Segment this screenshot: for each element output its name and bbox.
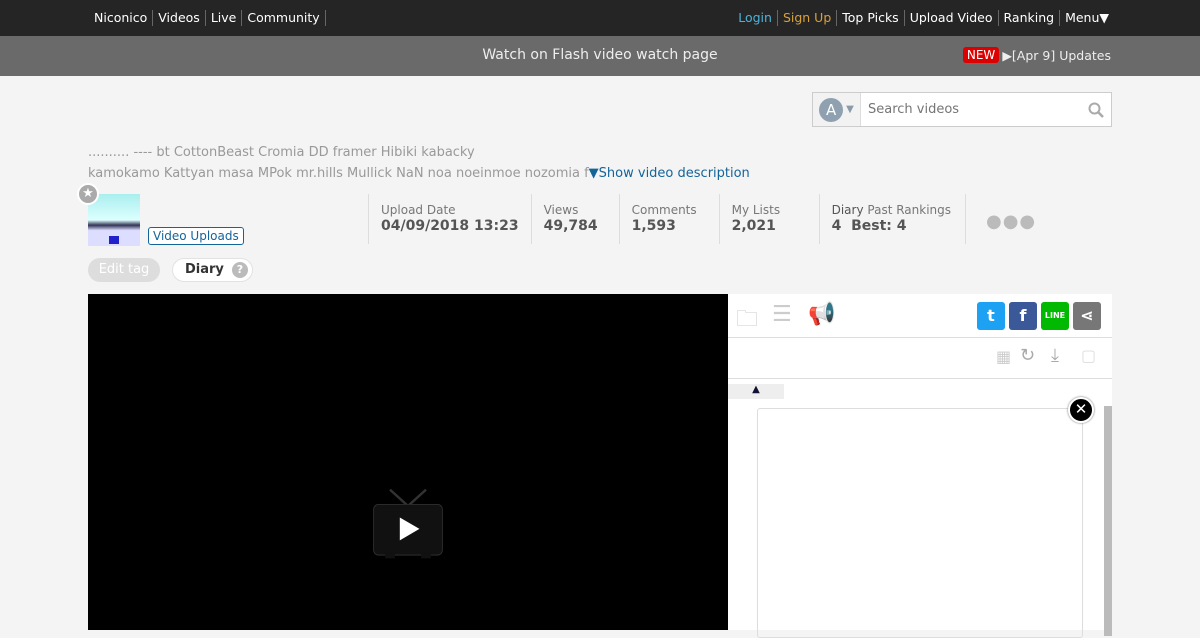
stat-label: My Lists <box>731 203 781 217</box>
search-option-dropdown[interactable]: A ▼ <box>813 93 861 126</box>
tags-line-2: kamokamo Kattyan masa MPok mr.hills Mull… <box>88 166 589 181</box>
video-stats: Upload Date 04/09/2018 13:23 Views 49,784 … <box>368 194 966 244</box>
add-playlist-icon[interactable]: ☰ <box>772 302 792 327</box>
help-icon[interactable]: ? <box>232 262 248 278</box>
nav-top-picks[interactable]: Top Picks <box>837 10 905 26</box>
advertise-icon[interactable]: 📢 <box>808 302 835 327</box>
category-tag[interactable]: Diary? <box>172 258 253 282</box>
nav-niconico[interactable]: Niconico <box>94 10 154 26</box>
facebook-share-button[interactable]: f <box>1009 302 1037 330</box>
twitter-share-button[interactable]: t <box>977 302 1005 330</box>
stat-upload-date: Upload Date 04/09/2018 13:23 <box>368 194 531 244</box>
search-input[interactable] <box>861 93 1081 126</box>
past-rankings-label: Past Rankings <box>867 203 952 217</box>
top-nav: Niconico Videos Live Community Login Sig… <box>0 0 1200 36</box>
ranking-value: 4 <box>831 218 842 234</box>
search-option-icon: A <box>819 97 844 122</box>
comment-toggle-icon[interactable]: ▢ <box>1081 346 1096 365</box>
stat-views: Views 49,784 <box>530 194 619 244</box>
more-options-icon[interactable]: ●●● <box>986 211 1036 232</box>
nav-community[interactable]: Community <box>242 10 326 26</box>
comment-list <box>757 408 1083 638</box>
video-uploads-button[interactable]: Video Uploads <box>148 227 244 245</box>
best-ranking-value: Best: 4 <box>851 218 907 234</box>
show-description-link[interactable]: ▼Show video description <box>589 166 750 181</box>
signup-link[interactable]: Sign Up <box>778 10 838 26</box>
tags-line-1: .......... ---- bt CottonBeast Cromia DD… <box>88 145 475 160</box>
tag-list: .......... ---- bt CottonBeast Cromia DD… <box>88 142 808 184</box>
play-tv-icon[interactable] <box>366 488 450 560</box>
chevron-down-icon: ▼ <box>846 104 854 115</box>
edit-tag-button[interactable]: Edit tag <box>88 258 160 282</box>
scrollbar[interactable] <box>1104 406 1112 636</box>
video-player[interactable] <box>88 294 728 630</box>
nav-ranking[interactable]: Ranking <box>999 10 1061 26</box>
nav-upload-video[interactable]: Upload Video <box>905 10 999 26</box>
scroll-down-icon[interactable]: ⤓ <box>1051 345 1059 366</box>
stat-value: 2,021 <box>731 218 776 234</box>
uploader-thumbnail[interactable] <box>88 194 140 246</box>
stat-label: Comments <box>631 203 697 217</box>
refresh-icon[interactable]: ↻ <box>1020 345 1035 366</box>
folder-icon[interactable]: 🗀 <box>736 302 758 340</box>
stat-value: 1,593 <box>631 218 676 234</box>
search-icon <box>1088 102 1104 118</box>
login-link[interactable]: Login <box>733 10 778 26</box>
stat-value: 04/09/2018 13:23 <box>381 218 519 234</box>
stat-label: Views <box>543 203 579 217</box>
search-button[interactable] <box>1081 93 1111 126</box>
notice-bar: Watch on Flash video watch page NEW ▶[Apr… <box>0 36 1200 76</box>
stat-value: 49,784 <box>543 218 598 234</box>
category-tag-label: Diary <box>185 262 224 277</box>
nav-menu[interactable]: Menu▼ <box>1060 10 1109 26</box>
news-link[interactable]: NEW ▶[Apr 9] Updates <box>962 47 1111 63</box>
stat-mylists: My Lists 2,021 <box>718 194 819 244</box>
search-box: A ▼ <box>812 92 1112 127</box>
stat-comments: Comments 1,593 <box>618 194 719 244</box>
nav-videos[interactable]: Videos <box>153 10 206 26</box>
new-badge: NEW <box>962 47 1000 63</box>
news-text: ▶[Apr 9] Updates <box>1002 47 1111 63</box>
line-share-button[interactable]: LINE <box>1041 302 1069 330</box>
close-icon[interactable]: ✕ <box>1068 397 1094 423</box>
ranking-genre: Diary <box>831 203 864 217</box>
share-icon[interactable]: ⋖ <box>1073 302 1101 330</box>
comment-panel: 🗀 ☰ 📢 t f LINE ⋖ ▦ ↻ ⤓ ▢ ▲ ✕ <box>728 294 1112 638</box>
star-icon[interactable]: ★ <box>77 183 99 205</box>
stat-ranking[interactable]: Diary Past Rankings 4 Best: 4 <box>818 194 966 244</box>
stat-label: Upload Date <box>381 203 456 217</box>
nav-live[interactable]: Live <box>206 10 243 26</box>
sort-column-header[interactable]: ▲ <box>728 384 784 399</box>
calendar-icon[interactable]: ▦ <box>996 347 1011 366</box>
